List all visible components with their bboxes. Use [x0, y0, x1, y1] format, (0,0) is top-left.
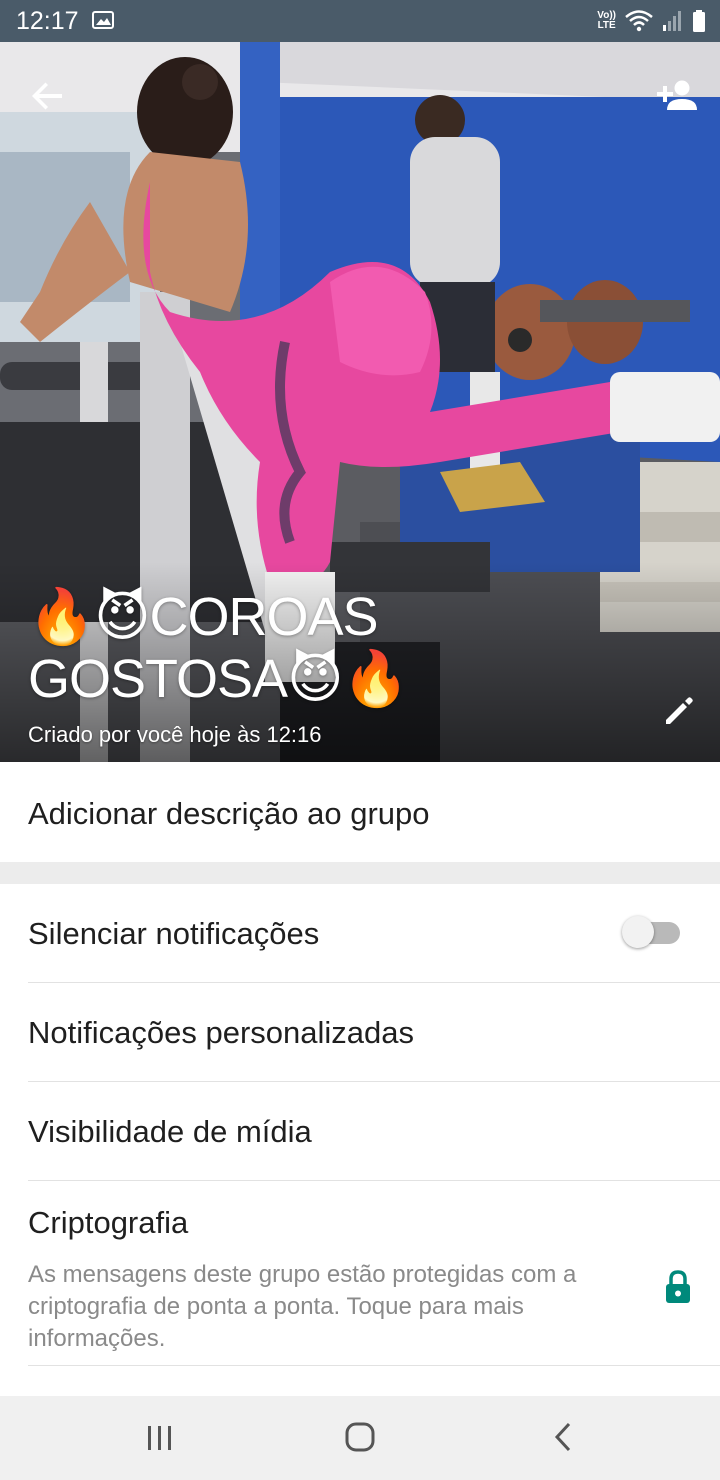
- volte-icon: Vo)) LTE: [597, 10, 616, 31]
- recent-apps-icon[interactable]: [136, 1416, 184, 1460]
- status-icons: Vo)) LTE: [597, 7, 706, 35]
- mute-notifications-toggle[interactable]: [622, 916, 680, 948]
- settings-list: Silenciar notificações Notificações pers…: [0, 884, 720, 1396]
- status-time: 12:17: [16, 7, 79, 35]
- back-icon[interactable]: [540, 1416, 588, 1460]
- wifi-icon: [625, 10, 653, 32]
- custom-notifications-label: Notificações personalizadas: [28, 1015, 414, 1050]
- edit-pencil-icon[interactable]: [660, 690, 700, 730]
- encryption-row[interactable]: Criptografia As mensagens deste grupo es…: [0, 1181, 720, 1365]
- group-created-info: Criado por você hoje às 12:16: [28, 722, 322, 747]
- add-participant-icon[interactable]: [654, 72, 702, 120]
- add-description-label: Adicionar descrição ao grupo: [28, 796, 430, 831]
- group-photo-header[interactable]: 🔥😈COROAS GOSTOSA😈🔥 Criado por você hoje …: [0, 42, 720, 762]
- gallery-icon: [92, 11, 114, 29]
- mute-notifications-label: Silenciar notificações: [28, 916, 320, 951]
- group-name: 🔥😈COROAS GOSTOSA😈🔥: [28, 587, 410, 709]
- status-bar: 12:17 Vo)) LTE: [0, 0, 720, 42]
- custom-notifications-row[interactable]: Notificações personalizadas: [0, 983, 720, 1082]
- system-nav-bar: [0, 1396, 720, 1480]
- divider: [28, 1365, 720, 1366]
- media-visibility-label: Visibilidade de mídia: [28, 1114, 312, 1149]
- toggle-thumb: [622, 916, 654, 948]
- mute-notifications-row[interactable]: Silenciar notificações: [0, 884, 720, 983]
- signal-icon: [663, 11, 681, 31]
- battery-icon: [693, 10, 705, 32]
- encryption-label: Criptografia: [28, 1205, 189, 1240]
- home-icon[interactable]: [336, 1416, 384, 1460]
- encryption-description: As mensagens deste grupo estão protegida…: [28, 1261, 577, 1352]
- section-divider: [0, 862, 720, 884]
- media-visibility-row[interactable]: Visibilidade de mídia: [0, 1082, 720, 1181]
- lock-icon: [666, 1270, 690, 1303]
- back-arrow-icon[interactable]: [24, 72, 72, 120]
- add-description-row[interactable]: Adicionar descrição ao grupo: [0, 762, 720, 862]
